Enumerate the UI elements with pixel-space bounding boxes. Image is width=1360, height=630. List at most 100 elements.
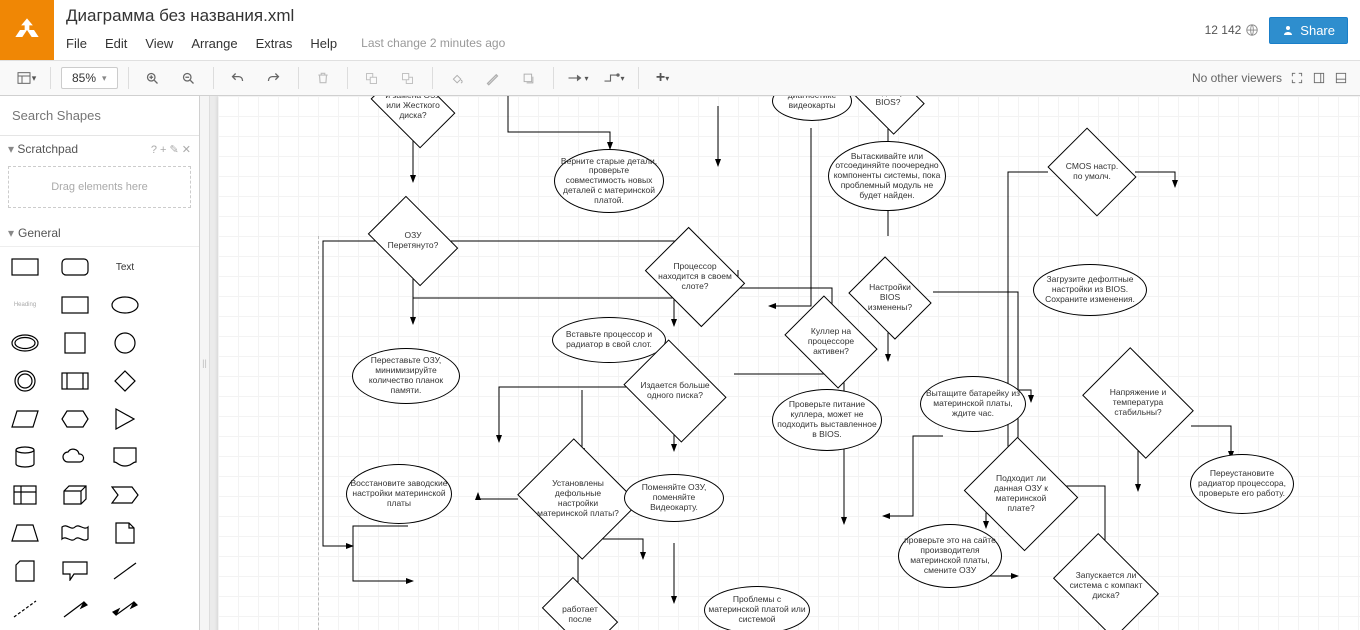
node-process[interactable]: Переставьте ОЗУ, минимизируйте количеств… (352, 348, 460, 404)
last-change-label: Last change 2 minutes ago (361, 36, 505, 50)
undo-button[interactable] (224, 65, 252, 91)
node-decision[interactable]: Куллер на процессоре активен? (793, 314, 869, 370)
fullscreen-icon[interactable] (1290, 71, 1304, 85)
menu-arrange[interactable]: Arrange (191, 32, 247, 55)
node-process[interactable]: Проверьте питание куллера, может не подх… (772, 389, 882, 451)
person-icon (1282, 24, 1294, 36)
shape-callout[interactable] (58, 557, 92, 585)
shape-rect2[interactable] (58, 291, 92, 319)
shape-ellipse[interactable] (108, 291, 142, 319)
node-decision[interactable]: и замена ОЗУ или Жесткого диска? (378, 96, 448, 131)
menu-file[interactable]: File (66, 32, 97, 55)
node-process[interactable]: диагностике видеокарты (772, 96, 852, 121)
zoom-select[interactable]: 85%▾ (61, 67, 118, 89)
share-button[interactable]: Share (1269, 17, 1348, 44)
zoom-out-button[interactable] (175, 65, 203, 91)
toolbar: ▾ 85%▾ ▾ ▾ +▾ No other viewers (0, 60, 1360, 96)
format-panel-icon[interactable] (1312, 71, 1326, 85)
node-process[interactable]: Вставьте процессор и радиатор в свой сло… (552, 317, 666, 363)
line-color-button[interactable] (479, 65, 507, 91)
shape-process[interactable] (58, 367, 92, 395)
search-input[interactable] (6, 102, 194, 129)
node-decision[interactable]: работает после (548, 593, 612, 630)
shape-text[interactable]: Text (108, 253, 142, 281)
zoom-in-button[interactable] (139, 65, 167, 91)
node-process[interactable]: Загрузите дефолтные настройки из BIOS. С… (1033, 264, 1147, 316)
canvas[interactable]: и замена ОЗУ или Жесткого диска? диагнос… (210, 96, 1360, 630)
views-counter: 12 142 (1205, 23, 1260, 37)
scratchpad-title[interactable]: Scratchpad (17, 142, 78, 156)
node-decision[interactable]: Подходит ли данная ОЗУ к материнской пла… (978, 456, 1064, 532)
shape-line[interactable] (108, 557, 142, 585)
shape-arrow1[interactable] (58, 595, 92, 623)
globe-icon (1245, 23, 1259, 37)
sidebar: ▾ Scratchpad ? + ✎ ✕ Drag elements here … (0, 96, 200, 630)
no-viewers-label: No other viewers (1192, 71, 1282, 85)
scratchpad-dropzone[interactable]: Drag elements here (8, 166, 191, 208)
redo-button[interactable] (260, 65, 288, 91)
shape-trapezoid[interactable] (8, 519, 42, 547)
node-decision[interactable]: Есть доступ к BIOS? (858, 96, 918, 120)
shape-internal[interactable] (8, 481, 42, 509)
shape-cube[interactable] (58, 481, 92, 509)
scratchpad-actions[interactable]: ? + ✎ ✕ (151, 143, 191, 156)
app-logo[interactable] (0, 0, 54, 60)
general-section-title[interactable]: General (18, 226, 61, 240)
shape-triangle[interactable] (108, 405, 142, 433)
shape-palette: Text Heading (0, 247, 199, 629)
insert-button[interactable]: +▾ (649, 65, 677, 91)
shape-step[interactable] (108, 481, 142, 509)
shape-heading[interactable]: Heading (8, 291, 42, 319)
node-process[interactable]: Поменяйте ОЗУ, поменяйте Видеокарту. (624, 474, 724, 522)
shape-tape[interactable] (58, 519, 92, 547)
shape-cloud[interactable] (58, 443, 92, 471)
node-process[interactable]: Вытащите батарейку из материнской платы,… (920, 376, 1026, 432)
connection-button[interactable]: ▾ (564, 65, 592, 91)
node-decision[interactable]: Напряжение и температура стабильны? (1093, 369, 1183, 437)
node-decision[interactable]: CMOS настр. по умолч. (1057, 144, 1127, 200)
to-front-button[interactable] (358, 65, 386, 91)
node-decision[interactable]: Издается больше одного писка? (634, 359, 716, 423)
shape-circle[interactable] (108, 329, 142, 357)
shape-card[interactable] (8, 557, 42, 585)
shape-parallelogram[interactable] (8, 405, 42, 433)
shape-note[interactable] (108, 519, 142, 547)
to-back-button[interactable] (394, 65, 422, 91)
shape-arrow2[interactable] (108, 595, 142, 623)
shape-circle-double[interactable] (8, 367, 42, 395)
outline-panel-icon[interactable] (1334, 71, 1348, 85)
node-process[interactable]: Переустановите радиатор процессора, пров… (1190, 454, 1294, 514)
sidebar-collapse[interactable]: || (200, 96, 210, 630)
logo-icon (13, 16, 41, 44)
app-header: Диаграмма без названия.xml File Edit Vie… (0, 0, 1360, 60)
delete-button[interactable] (309, 65, 337, 91)
node-process[interactable]: Верните старые детали, проверьте совмест… (554, 149, 664, 213)
waypoint-button[interactable]: ▾ (600, 65, 628, 91)
node-process[interactable]: Вытаскивайте или отсоединяйте поочередно… (828, 141, 946, 211)
node-decision[interactable]: ОЗУ Перетянуто? (376, 214, 450, 268)
shape-diamond[interactable] (108, 367, 142, 395)
document-title[interactable]: Диаграмма без названия.xml (66, 6, 294, 26)
shape-rounded[interactable] (58, 253, 92, 281)
shape-cylinder[interactable] (8, 443, 42, 471)
menu-extras[interactable]: Extras (256, 32, 303, 55)
shape-ellipse-double[interactable] (8, 329, 42, 357)
node-process[interactable]: Проблемы с материнской платой или систем… (704, 586, 810, 630)
node-process[interactable]: Восстановите заводские настройки материн… (346, 464, 452, 524)
menu-help[interactable]: Help (310, 32, 347, 55)
node-decision[interactable]: Запускается ли система с компакт диска? (1063, 554, 1149, 618)
shape-hexagon[interactable] (58, 405, 92, 433)
menu-edit[interactable]: Edit (105, 32, 137, 55)
fill-color-button[interactable] (443, 65, 471, 91)
shape-dash[interactable] (8, 595, 42, 623)
menu-view[interactable]: View (145, 32, 183, 55)
shape-document[interactable] (108, 443, 142, 471)
main-menu: File Edit View Arrange Extras Help Last … (66, 28, 1205, 58)
shadow-button[interactable] (515, 65, 543, 91)
node-process[interactable]: проверьте это на сайте производителя мат… (898, 524, 1002, 588)
shape-rect[interactable] (8, 253, 42, 281)
node-decision[interactable]: Установлены дефольные настройки материнс… (532, 459, 624, 539)
node-decision[interactable]: Процессор находится в своем слоте? (655, 246, 735, 308)
view-mode-button[interactable]: ▾ (12, 65, 40, 91)
shape-square[interactable] (58, 329, 92, 357)
